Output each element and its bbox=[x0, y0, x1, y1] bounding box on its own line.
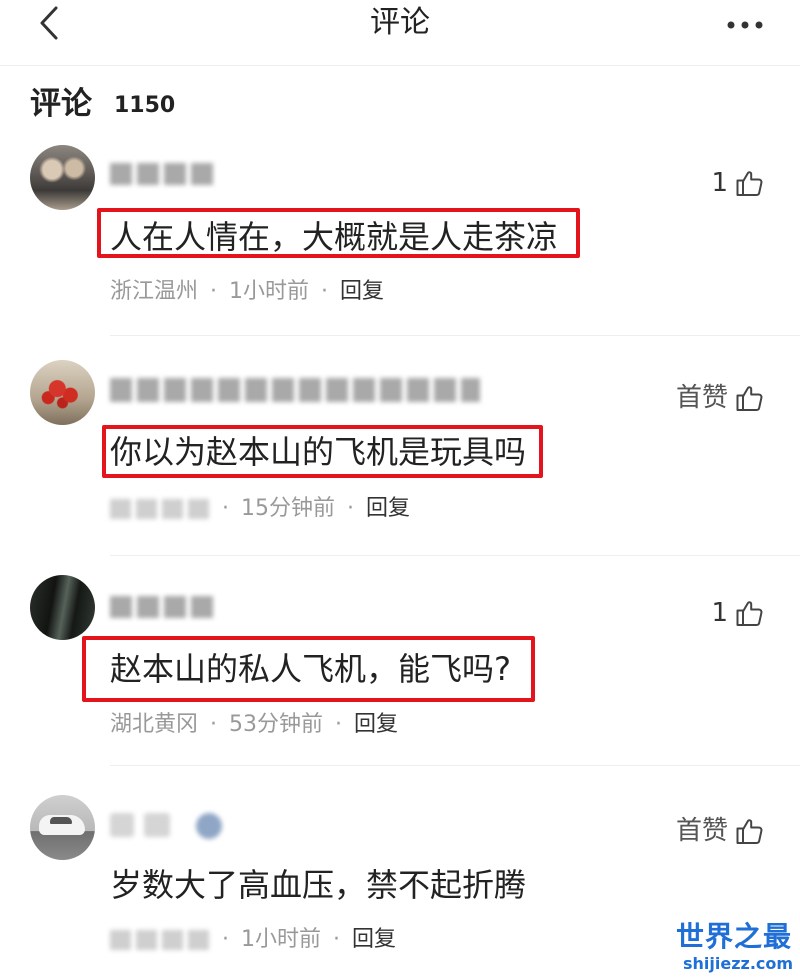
comment-divider bbox=[110, 555, 800, 556]
like-button[interactable]: 首赞 bbox=[676, 382, 765, 414]
nav-divider bbox=[0, 65, 800, 66]
like-count: 首赞 bbox=[675, 383, 728, 413]
thumbs-up-icon bbox=[736, 819, 763, 844]
watermark-url: shijiezz.com bbox=[683, 954, 794, 973]
blurred-username[interactable] bbox=[110, 813, 225, 839]
blurred-location bbox=[110, 499, 210, 519]
comment-meta: 湖北黄冈 · 53分钟前 · 回复 bbox=[110, 710, 398, 740]
comment-item: 1 赵本山的私人飞机，能飞吗? 湖北黄冈 · 53分钟前 · 回复 bbox=[0, 570, 800, 765]
comment-item: 首赞 你以为赵本山的飞机是玩具吗 · 15分钟前 · 回复 bbox=[0, 355, 800, 555]
avatar[interactable] bbox=[30, 360, 95, 425]
comment-time: 1小时前 bbox=[229, 279, 310, 304]
thumbs-up-icon bbox=[736, 601, 763, 626]
meta-separator: · bbox=[347, 496, 354, 521]
meta-separator: · bbox=[333, 927, 340, 952]
blurred-location bbox=[110, 930, 210, 950]
more-dots-icon bbox=[727, 21, 763, 29]
avatar-car-window bbox=[50, 817, 72, 824]
reply-link[interactable]: 回复 bbox=[354, 710, 398, 740]
meta-separator: · bbox=[210, 712, 218, 737]
meta-separator: · bbox=[222, 496, 229, 521]
comment-text: 岁数大了高血压，禁不起折腾 bbox=[110, 866, 527, 904]
comment-time: 15分钟前 bbox=[241, 496, 335, 521]
avatar[interactable] bbox=[30, 145, 95, 210]
comment-location: 浙江温州 bbox=[110, 279, 199, 304]
avatar[interactable] bbox=[30, 795, 95, 860]
comment-meta: · 1小时前 · 回复 bbox=[110, 925, 396, 955]
blurred-username[interactable] bbox=[110, 378, 480, 402]
comment-text: 你以为赵本山的飞机是玩具吗 bbox=[110, 433, 527, 471]
like-button[interactable]: 首赞 bbox=[676, 815, 765, 847]
thumbs-up-icon bbox=[736, 386, 763, 411]
comment-divider bbox=[110, 335, 800, 336]
comment-time: 53分钟前 bbox=[229, 712, 324, 737]
meta-separator: · bbox=[210, 279, 218, 304]
reply-link[interactable]: 回复 bbox=[352, 925, 396, 955]
comment-time: 1小时前 bbox=[241, 927, 321, 952]
avatar[interactable] bbox=[30, 575, 95, 640]
like-button[interactable]: 1 bbox=[711, 167, 765, 199]
like-count: 首赞 bbox=[675, 816, 728, 846]
like-count: 1 bbox=[711, 168, 728, 198]
meta-separator: · bbox=[222, 927, 229, 952]
meta-separator: · bbox=[321, 279, 329, 304]
comment-text: 赵本山的私人飞机，能飞吗? bbox=[110, 650, 511, 688]
comments-section-title: 评论 bbox=[30, 86, 92, 122]
watermark-title: 世界之最 bbox=[676, 920, 793, 953]
more-button[interactable] bbox=[720, 12, 770, 38]
comment-meta: · 15分钟前 · 回复 bbox=[110, 494, 410, 524]
meta-separator: · bbox=[335, 712, 343, 737]
comments-count: 1150 bbox=[114, 93, 176, 118]
comment-text: 人在人情在，大概就是人走茶凉 bbox=[110, 218, 559, 256]
comment-divider bbox=[110, 765, 800, 766]
like-button[interactable]: 1 bbox=[711, 597, 765, 629]
comment-location: 湖北黄冈 bbox=[110, 712, 199, 737]
blurred-username[interactable] bbox=[110, 163, 214, 185]
comment-meta: 浙江温州 · 1小时前 · 回复 bbox=[110, 277, 384, 307]
top-nav-bar: 评论 bbox=[0, 0, 800, 65]
blurred-username[interactable] bbox=[110, 596, 214, 618]
reply-link[interactable]: 回复 bbox=[340, 277, 384, 307]
reply-link[interactable]: 回复 bbox=[366, 494, 410, 524]
thumbs-up-icon bbox=[736, 171, 763, 196]
like-count: 1 bbox=[711, 598, 728, 628]
comment-item: 1 人在人情在，大概就是人走茶凉 浙江温州 · 1小时前 · 回复 bbox=[0, 140, 800, 335]
page-title: 评论 bbox=[370, 5, 430, 40]
